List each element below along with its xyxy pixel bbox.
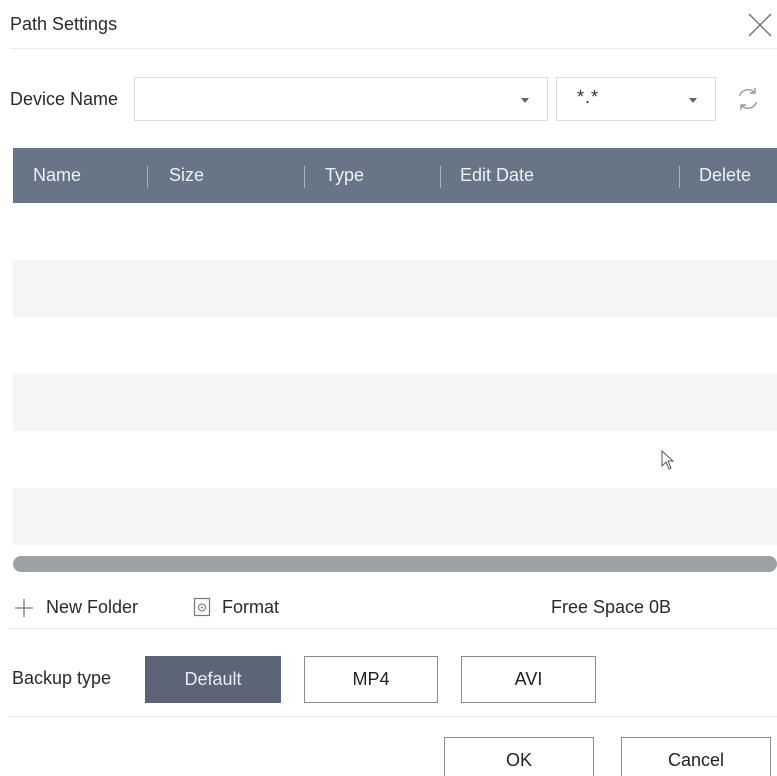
horizontal-scrollbar[interactable] — [13, 556, 777, 572]
file-filter-value: *.* — [577, 87, 600, 107]
device-name-label: Device Name — [10, 89, 119, 109]
chevron-down-icon — [689, 98, 697, 103]
column-separator — [304, 166, 305, 188]
table-header: Name Size Type Edit Date Delete — [13, 148, 777, 203]
new-folder-button[interactable]: New Folder — [46, 597, 138, 618]
chevron-down-icon — [521, 98, 529, 103]
backup-type-default-button[interactable]: Default — [145, 656, 281, 703]
column-separator — [147, 166, 148, 188]
mouse-pointer-icon — [661, 450, 675, 470]
section-divider — [10, 628, 777, 629]
table-row[interactable] — [13, 203, 777, 260]
column-separator — [679, 166, 680, 188]
backup-type-avi-button[interactable]: AVI — [461, 656, 596, 703]
cancel-button[interactable]: Cancel — [621, 737, 771, 776]
table-row[interactable] — [13, 317, 777, 374]
backup-type-mp4-button[interactable]: MP4 — [304, 656, 438, 703]
column-header-edit-date[interactable]: Edit Date — [460, 165, 534, 186]
format-icon[interactable] — [193, 597, 211, 617]
column-separator — [440, 166, 441, 188]
path-settings-dialog: Path Settings Device Name *.* Name Size … — [0, 0, 777, 776]
file-table: Name Size Type Edit Date Delete — [13, 148, 777, 580]
ok-button[interactable]: OK — [444, 737, 594, 776]
column-header-delete[interactable]: Delete — [699, 165, 751, 186]
backup-type-label: Backup type — [12, 668, 112, 688]
refresh-icon[interactable] — [733, 84, 763, 114]
column-header-size[interactable]: Size — [169, 165, 204, 186]
free-space-label: Free Space 0B — [551, 597, 672, 617]
plus-icon[interactable] — [14, 598, 34, 618]
format-button[interactable]: Format — [222, 597, 279, 618]
title-divider — [10, 48, 777, 49]
section-divider — [10, 716, 777, 717]
column-header-type[interactable]: Type — [325, 165, 364, 186]
dialog-title: Path Settings — [10, 14, 118, 34]
table-row[interactable] — [13, 488, 777, 545]
table-row[interactable] — [13, 374, 777, 431]
column-header-name[interactable]: Name — [33, 165, 81, 186]
table-row[interactable] — [13, 260, 777, 317]
file-filter-select[interactable]: *.* — [556, 77, 716, 121]
close-icon[interactable] — [745, 10, 775, 40]
device-name-select[interactable] — [134, 77, 548, 121]
